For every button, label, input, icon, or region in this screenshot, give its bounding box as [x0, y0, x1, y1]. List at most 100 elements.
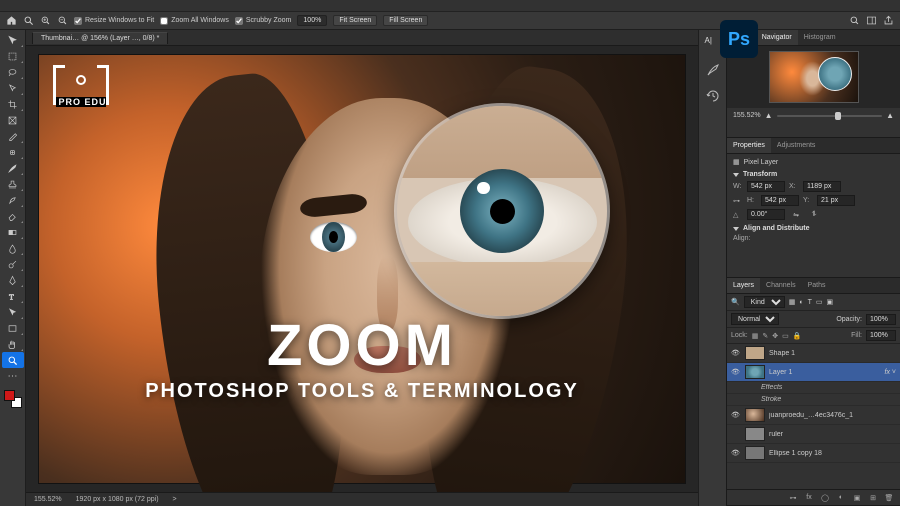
visibility-icon[interactable]: 👁 — [731, 349, 741, 357]
tab-adjustments[interactable]: Adjustments — [771, 138, 822, 153]
brush-tool[interactable] — [2, 160, 24, 176]
zoom-out-small-icon[interactable]: ▲ — [765, 111, 773, 120]
foreground-swatch[interactable] — [4, 390, 15, 401]
layer-row[interactable]: 👁 juanproedu_…4ec3476c_1 — [727, 406, 900, 425]
adjustment-icon[interactable]: ◐ — [836, 494, 846, 501]
fit-screen-button[interactable]: Fit Screen — [333, 15, 377, 26]
path-select-tool[interactable] — [2, 304, 24, 320]
canvas[interactable]: PRO EDU ZOOM PHOTOSHOP TOOLS & TERMINOLO… — [26, 46, 698, 492]
lock-brush-icon[interactable]: ✎ — [762, 332, 768, 340]
search-icon[interactable] — [849, 15, 860, 26]
shape-tool[interactable] — [2, 320, 24, 336]
layer-row[interactable]: Effects — [727, 382, 900, 394]
color-swatches[interactable] — [4, 390, 22, 408]
filter-type-icon[interactable]: T — [808, 299, 812, 306]
filter-adjust-icon[interactable]: ◐ — [799, 299, 803, 306]
flip-vertical-icon[interactable]: ⥮ — [807, 211, 821, 219]
filter-shape-icon[interactable]: ▭ — [816, 298, 823, 306]
visibility-icon[interactable]: 👁 — [731, 368, 741, 376]
ai-label[interactable]: A| — [705, 36, 721, 52]
lock-position-icon[interactable]: ✥ — [772, 332, 778, 340]
layer-row[interactable]: ruler — [727, 425, 900, 444]
zoom-all-checkbox[interactable]: Zoom All Windows — [160, 17, 229, 25]
navigator-zoom-value[interactable]: 155.52% — [733, 112, 761, 119]
fill-screen-button[interactable]: Fill Screen — [383, 15, 428, 26]
zoom-out-icon[interactable] — [57, 15, 68, 26]
zoom-tool-icon[interactable] — [23, 15, 34, 26]
navigator-zoom-slider[interactable] — [777, 115, 883, 117]
scrubby-zoom-checkbox[interactable]: Scrubby Zoom — [235, 17, 292, 25]
opacity-field[interactable]: 100% — [866, 314, 896, 325]
type-tool[interactable]: T — [2, 288, 24, 304]
fx-icon[interactable]: fx — [804, 494, 814, 501]
flip-horizontal-icon[interactable]: ⇋ — [789, 211, 803, 219]
blur-tool[interactable] — [2, 240, 24, 256]
height-field[interactable]: 542 px — [761, 195, 799, 206]
blend-mode-select[interactable]: Normal — [731, 313, 779, 325]
new-layer-icon[interactable]: ⊞ — [868, 494, 878, 502]
lock-all-icon[interactable]: 🔒 — [793, 332, 802, 340]
fx-badge[interactable]: fx ˅ — [885, 369, 896, 376]
dodge-tool[interactable] — [2, 256, 24, 272]
status-chevron-icon[interactable]: > — [173, 496, 177, 503]
y-field[interactable]: 21 px — [817, 195, 855, 206]
frame-tool[interactable] — [2, 112, 24, 128]
group-icon[interactable]: ▣ — [852, 494, 862, 502]
fill-field[interactable]: 100% — [866, 330, 896, 341]
gradient-tool[interactable] — [2, 224, 24, 240]
history-brush-tool[interactable] — [2, 192, 24, 208]
layer-row[interactable]: Stroke — [727, 394, 900, 406]
visibility-icon[interactable]: 👁 — [731, 411, 741, 419]
filter-icon[interactable]: 🔍 — [731, 298, 740, 306]
tab-properties[interactable]: Properties — [727, 138, 771, 153]
resize-windows-checkbox[interactable]: Resize Windows to Fit — [74, 17, 154, 25]
layer-row[interactable]: 👁Layer 1fx ˅ — [727, 363, 900, 382]
hand-tool[interactable] — [2, 336, 24, 352]
stamp-tool[interactable] — [2, 176, 24, 192]
status-zoom[interactable]: 155.52% — [34, 496, 62, 503]
mask-icon[interactable]: ◯ — [820, 494, 830, 502]
layer-row[interactable]: 👁Shape 1 — [727, 344, 900, 363]
layer-name: juanproedu_…4ec3476c_1 — [769, 412, 896, 419]
layer-kind-select[interactable]: Kind — [744, 296, 785, 308]
healing-tool[interactable] — [2, 144, 24, 160]
width-field[interactable]: 542 px — [747, 181, 785, 192]
brushes-icon[interactable] — [705, 62, 721, 78]
link-layers-icon[interactable]: ⊶ — [788, 494, 798, 502]
tab-navigator[interactable]: Navigator — [756, 30, 798, 45]
tab-paths[interactable]: Paths — [802, 278, 832, 293]
move-tool[interactable] — [2, 32, 24, 48]
pen-tool[interactable] — [2, 272, 24, 288]
eraser-tool[interactable] — [2, 208, 24, 224]
eyedropper-tool[interactable] — [2, 128, 24, 144]
tab-histogram[interactable]: Histogram — [798, 30, 842, 45]
x-field[interactable]: 1189 px — [803, 181, 841, 192]
trash-icon[interactable]: 🗑 — [884, 494, 894, 502]
link-icon[interactable]: ⊶ — [733, 197, 743, 205]
home-icon[interactable] — [6, 15, 17, 26]
lock-artboard-icon[interactable]: ▭ — [782, 332, 789, 340]
visibility-icon[interactable]: 👁 — [731, 449, 741, 457]
zoom-in-small-icon[interactable]: ▲ — [886, 111, 894, 120]
chevron-down-icon[interactable] — [733, 173, 739, 177]
tab-channels[interactable]: Channels — [760, 278, 802, 293]
lasso-tool[interactable] — [2, 64, 24, 80]
workspace-icon[interactable] — [866, 15, 877, 26]
angle-field[interactable]: 0.00° — [747, 209, 785, 220]
filter-pixel-icon[interactable]: ▦ — [789, 298, 796, 306]
document-tab-bar: Thumbnai… @ 156% (Layer …, 0/8) * — [26, 30, 698, 46]
filter-smart-icon[interactable]: ▣ — [826, 298, 833, 306]
history-icon[interactable] — [705, 88, 721, 104]
zoom-tool[interactable] — [2, 352, 24, 368]
document-tab[interactable]: Thumbnai… @ 156% (Layer …, 0/8) * — [32, 32, 168, 44]
crop-tool[interactable] — [2, 96, 24, 112]
selection-tool[interactable] — [2, 80, 24, 96]
layer-row[interactable]: 👁Ellipse 1 copy 18 — [727, 444, 900, 463]
share-icon[interactable] — [883, 15, 894, 26]
marquee-tool[interactable] — [2, 48, 24, 64]
tab-layers[interactable]: Layers — [727, 278, 760, 293]
zoom-percent-field[interactable]: 100% — [297, 15, 327, 26]
edit-toolbar[interactable]: ⋯ — [2, 368, 24, 384]
lock-transparency-icon[interactable]: ▦ — [752, 332, 759, 340]
zoom-in-icon[interactable] — [40, 15, 51, 26]
